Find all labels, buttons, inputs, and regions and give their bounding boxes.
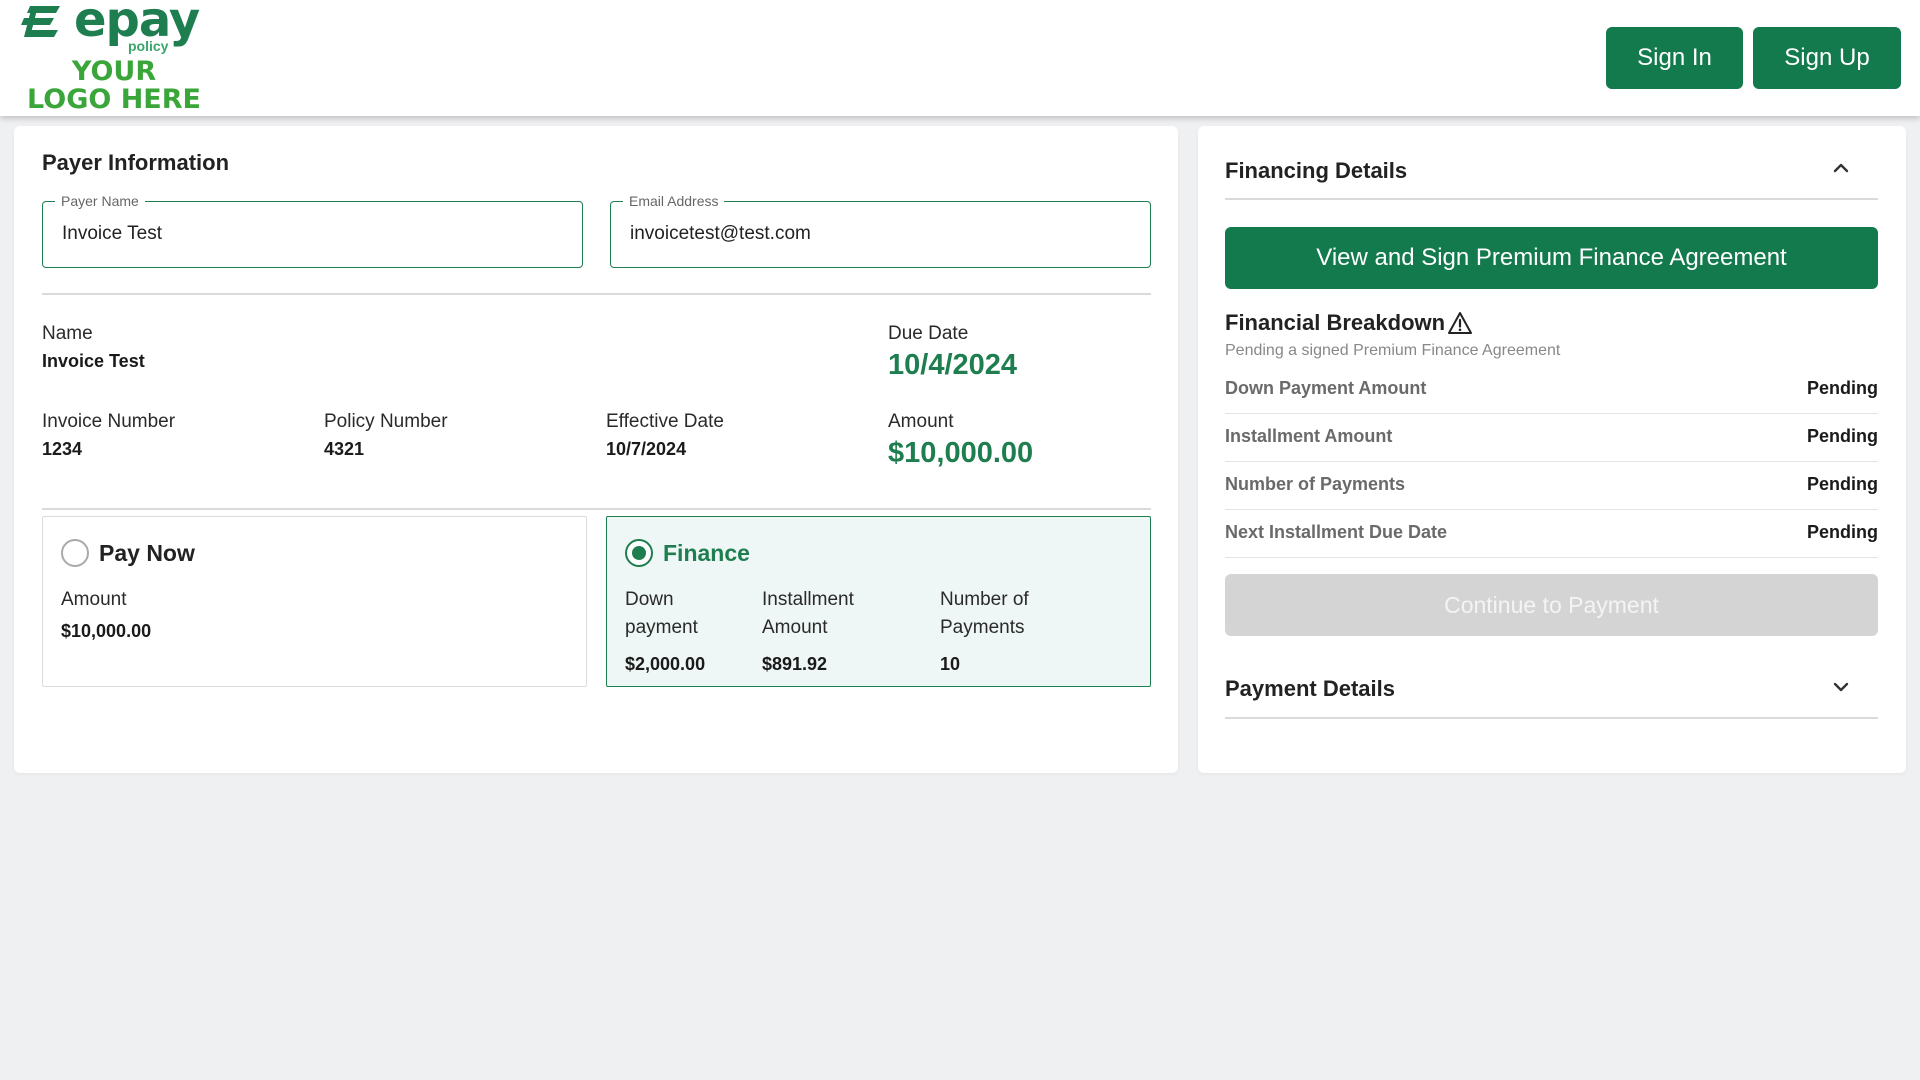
down-payment-label-line2: payment bbox=[625, 617, 698, 638]
finance-title: Finance bbox=[663, 540, 750, 566]
financing-details-title[interactable]: Financing Details bbox=[1225, 158, 1407, 184]
breakdown-row-label: Number of Payments bbox=[1225, 474, 1406, 494]
payer-name-field[interactable]: Payer Name Invoice Test bbox=[42, 193, 583, 268]
sign-up-button[interactable]: Sign Up bbox=[1753, 27, 1901, 89]
logo-placeholder: YOUR LOGO HERE bbox=[27, 56, 201, 115]
invoice-number-value: 1234 bbox=[42, 439, 83, 459]
breakdown-row-value: Pending bbox=[1807, 522, 1878, 542]
policy-number-value: 4321 bbox=[324, 439, 365, 459]
pay-now-option[interactable]: Pay Now Amount $10,000.00 bbox=[42, 516, 587, 687]
financing-details-card: Financing Details View and Sign Premium … bbox=[1198, 126, 1906, 773]
breakdown-row: Number of Payments Pending bbox=[1225, 462, 1878, 510]
number-of-payments-label: Number of bbox=[940, 589, 1029, 610]
number-of-payments-label-line2: Payments bbox=[940, 617, 1025, 638]
payer-name-label: Payer Name bbox=[55, 193, 145, 209]
brand-logo[interactable]: epay policy YOUR LOGO HERE bbox=[18, 0, 218, 115]
due-date-label: Due Date bbox=[888, 323, 969, 344]
breakdown-row-label: Down Payment Amount bbox=[1225, 378, 1427, 398]
amount-label: Amount bbox=[888, 411, 954, 432]
email-address-field[interactable]: Email Address invoicetest@test.com bbox=[610, 193, 1151, 268]
breakdown-row-label: Next Installment Due Date bbox=[1225, 522, 1448, 542]
name-value: Invoice Test bbox=[42, 351, 145, 371]
pay-now-radio[interactable] bbox=[61, 539, 89, 567]
divider bbox=[1225, 198, 1878, 200]
chevron-up-icon[interactable] bbox=[1832, 162, 1850, 174]
effective-date-value: 10/7/2024 bbox=[606, 439, 687, 459]
due-date-value: 10/4/2024 bbox=[888, 349, 1018, 381]
breakdown-row-value: Pending bbox=[1807, 426, 1878, 446]
sign-in-button[interactable]: Sign In bbox=[1606, 27, 1743, 89]
breakdown-row-label: Installment Amount bbox=[1225, 426, 1393, 446]
breakdown-row: Installment Amount Pending bbox=[1225, 414, 1878, 462]
payment-details-title[interactable]: Payment Details bbox=[1225, 676, 1395, 702]
breakdown-row: Next Installment Due Date Pending bbox=[1225, 510, 1878, 558]
pay-now-title: Pay Now bbox=[99, 540, 195, 566]
view-sign-agreement-button[interactable]: View and Sign Premium Finance Agreement bbox=[1225, 227, 1878, 289]
breakdown-row-value: Pending bbox=[1807, 378, 1878, 398]
epay-logo-mark-icon bbox=[21, 6, 60, 37]
installment-amount-label-line2: Amount bbox=[762, 617, 828, 638]
divider bbox=[42, 293, 1151, 295]
warning-icon bbox=[1448, 312, 1473, 334]
financial-breakdown-subtitle: Pending a signed Premium Finance Agreeme… bbox=[1225, 342, 1561, 359]
pay-now-amount-value: $10,000.00 bbox=[61, 621, 152, 641]
payer-name-value: Invoice Test bbox=[62, 223, 162, 244]
effective-date-label: Effective Date bbox=[606, 411, 724, 432]
breakdown-row: Down Payment Amount Pending bbox=[1225, 366, 1878, 414]
breakdown-row-value: Pending bbox=[1807, 474, 1878, 494]
installment-amount-value: $891.92 bbox=[762, 654, 828, 674]
brand-subtitle: policy bbox=[128, 38, 169, 54]
finance-radio[interactable] bbox=[625, 539, 653, 567]
pay-now-amount-label: Amount bbox=[61, 589, 127, 610]
policy-number-label: Policy Number bbox=[324, 411, 448, 432]
financial-breakdown-title: Financial Breakdown bbox=[1225, 310, 1446, 335]
down-payment-value: $2,000.00 bbox=[625, 654, 706, 674]
payer-information-title: Payer Information bbox=[42, 150, 230, 175]
invoice-number-label: Invoice Number bbox=[42, 411, 176, 432]
down-payment-label: Down bbox=[625, 589, 674, 610]
continue-to-payment-button[interactable]: Continue to Payment bbox=[1225, 574, 1878, 636]
top-header: epay policy YOUR LOGO HERE Sign In Sign … bbox=[0, 0, 1920, 116]
installment-amount-label: Installment bbox=[762, 589, 854, 610]
chevron-down-icon[interactable] bbox=[1832, 681, 1850, 693]
divider bbox=[1225, 717, 1878, 719]
email-address-label: Email Address bbox=[623, 193, 725, 209]
payer-information-card: Payer Information Payer Name Invoice Tes… bbox=[14, 126, 1178, 773]
number-of-payments-value: 10 bbox=[940, 654, 961, 674]
financial-breakdown-heading: Financial Breakdown bbox=[1225, 310, 1473, 336]
finance-option[interactable]: Finance Down payment $2,000.00 Installme… bbox=[606, 516, 1151, 687]
amount-value: $10,000.00 bbox=[888, 437, 1034, 469]
email-address-value: invoicetest@test.com bbox=[630, 223, 811, 244]
divider bbox=[42, 508, 1151, 510]
name-label: Name bbox=[42, 323, 93, 344]
